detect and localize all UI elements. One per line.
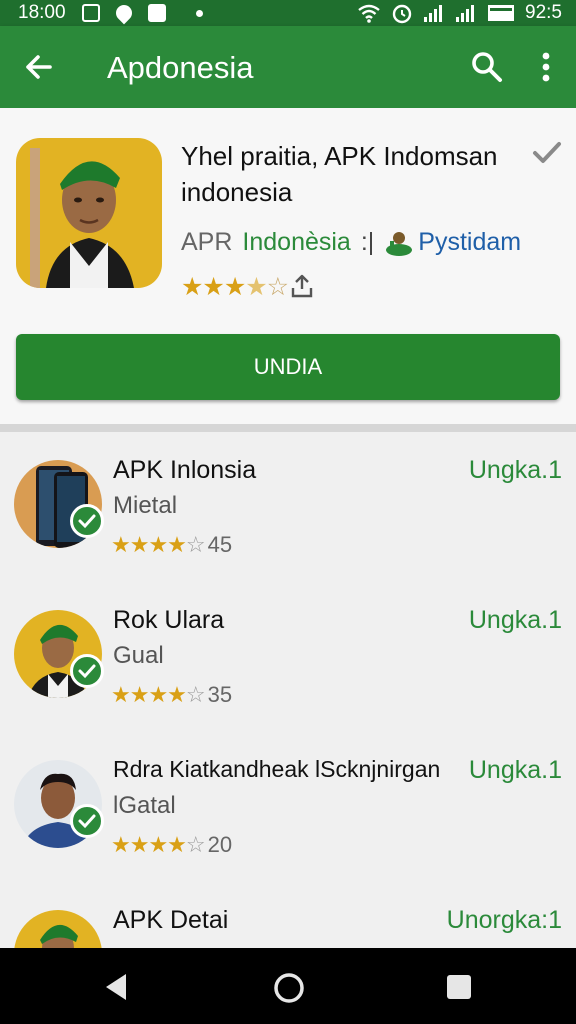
list-item[interactable]: Rdra Kiatkandheak lScknjnirgan lGatal ★★… xyxy=(0,732,576,884)
app-title: Yhel praitia, APK Indomsan indonesia xyxy=(181,141,498,207)
empty-star: ☆ xyxy=(185,532,206,557)
image-icon xyxy=(81,4,100,22)
app-rating-stars: ★★★★☆ xyxy=(181,272,289,302)
checkmark-icon xyxy=(533,142,561,163)
list-item[interactable]: APK Detai Unorgka:1 xyxy=(0,882,576,948)
status-bar: 18:00 92:5 xyxy=(0,0,576,26)
developer-prefix: APR xyxy=(181,228,233,256)
back-arrow-icon[interactable] xyxy=(20,48,58,86)
installed-check-icon xyxy=(70,804,104,838)
nav-recents-icon[interactable] xyxy=(446,974,472,1000)
developer-separator: :| xyxy=(360,228,375,256)
update-button[interactable]: Ungka.1 xyxy=(469,756,562,785)
app-icon xyxy=(16,138,162,288)
status-clock: 92:5 xyxy=(525,2,562,23)
more-vert-icon[interactable] xyxy=(534,48,558,86)
publisher-name[interactable]: Pystidam xyxy=(418,228,521,257)
publisher-logo-icon xyxy=(386,231,413,256)
section-divider xyxy=(0,424,576,432)
list-item-rating: ★★★★ ☆ 45 xyxy=(111,532,232,558)
update-button[interactable]: Ungka.1 xyxy=(469,606,562,635)
rating-count: 45 xyxy=(207,532,233,557)
system-nav-bar xyxy=(0,948,576,1024)
half-star: ★ xyxy=(245,273,267,301)
dot-icon xyxy=(195,9,203,17)
signal-icon xyxy=(424,5,443,22)
list-item-subtitle: lGatal xyxy=(113,792,176,819)
location-pin-icon xyxy=(112,1,135,25)
rating-count: 35 xyxy=(207,682,233,707)
battery-icon xyxy=(488,5,515,21)
empty-star: ☆ xyxy=(266,273,289,301)
filled-stars: ★★★ xyxy=(181,273,246,301)
list-item-subtitle: Mietal xyxy=(113,492,178,519)
wifi-icon xyxy=(358,4,380,23)
installed-check-icon xyxy=(70,654,104,688)
share-icon[interactable] xyxy=(290,273,314,299)
update-button[interactable]: Unorgka:1 xyxy=(447,906,562,935)
app-thumbnail xyxy=(14,910,102,948)
filled-stars: ★★★★ xyxy=(111,532,187,557)
search-icon[interactable] xyxy=(468,48,506,86)
rating-count: 20 xyxy=(207,832,233,857)
list-item-rating: ★★★★ ☆ 35 xyxy=(111,682,232,708)
nav-back-icon[interactable] xyxy=(102,972,130,1002)
empty-star: ☆ xyxy=(185,682,206,707)
alarm-icon xyxy=(392,4,412,24)
list-item-rating: ★★★★ ☆ 20 xyxy=(111,832,232,858)
list-item-name: Rok Ulara xyxy=(113,606,225,634)
list-item[interactable]: APK Inlonsia Mietal ★★★★ ☆ 45 Ungka.1 xyxy=(0,432,576,584)
update-button[interactable]: Ungka.1 xyxy=(469,456,562,485)
list-item-name: APK Detai xyxy=(113,906,229,934)
list-item-name: Rdra Kiatkandheak lScknjnirgan xyxy=(113,756,441,782)
developer-line: APR Indonèsia :| Pystidam xyxy=(181,228,521,257)
signal-icon xyxy=(456,5,475,22)
installed-check-icon xyxy=(70,504,104,538)
nav-home-icon[interactable] xyxy=(273,972,305,1004)
filled-stars: ★★★★ xyxy=(111,832,187,857)
app-bar: Apdonesia xyxy=(0,26,576,108)
filled-stars: ★★★★ xyxy=(111,682,187,707)
empty-star: ☆ xyxy=(185,832,206,857)
install-button[interactable]: UNDIA xyxy=(16,334,560,400)
list-item-name: APK Inlonsia xyxy=(113,456,257,484)
developer-link[interactable]: Indonèsia xyxy=(242,228,350,257)
list-item-subtitle: Gual xyxy=(113,642,164,669)
list-item[interactable]: Rok Ulara Gual ★★★★ ☆ 35 Ungka.1 xyxy=(0,582,576,734)
download-icon xyxy=(147,4,166,22)
app-bar-title: Apdonesia xyxy=(107,50,254,85)
status-time: 18:00 xyxy=(18,2,66,23)
